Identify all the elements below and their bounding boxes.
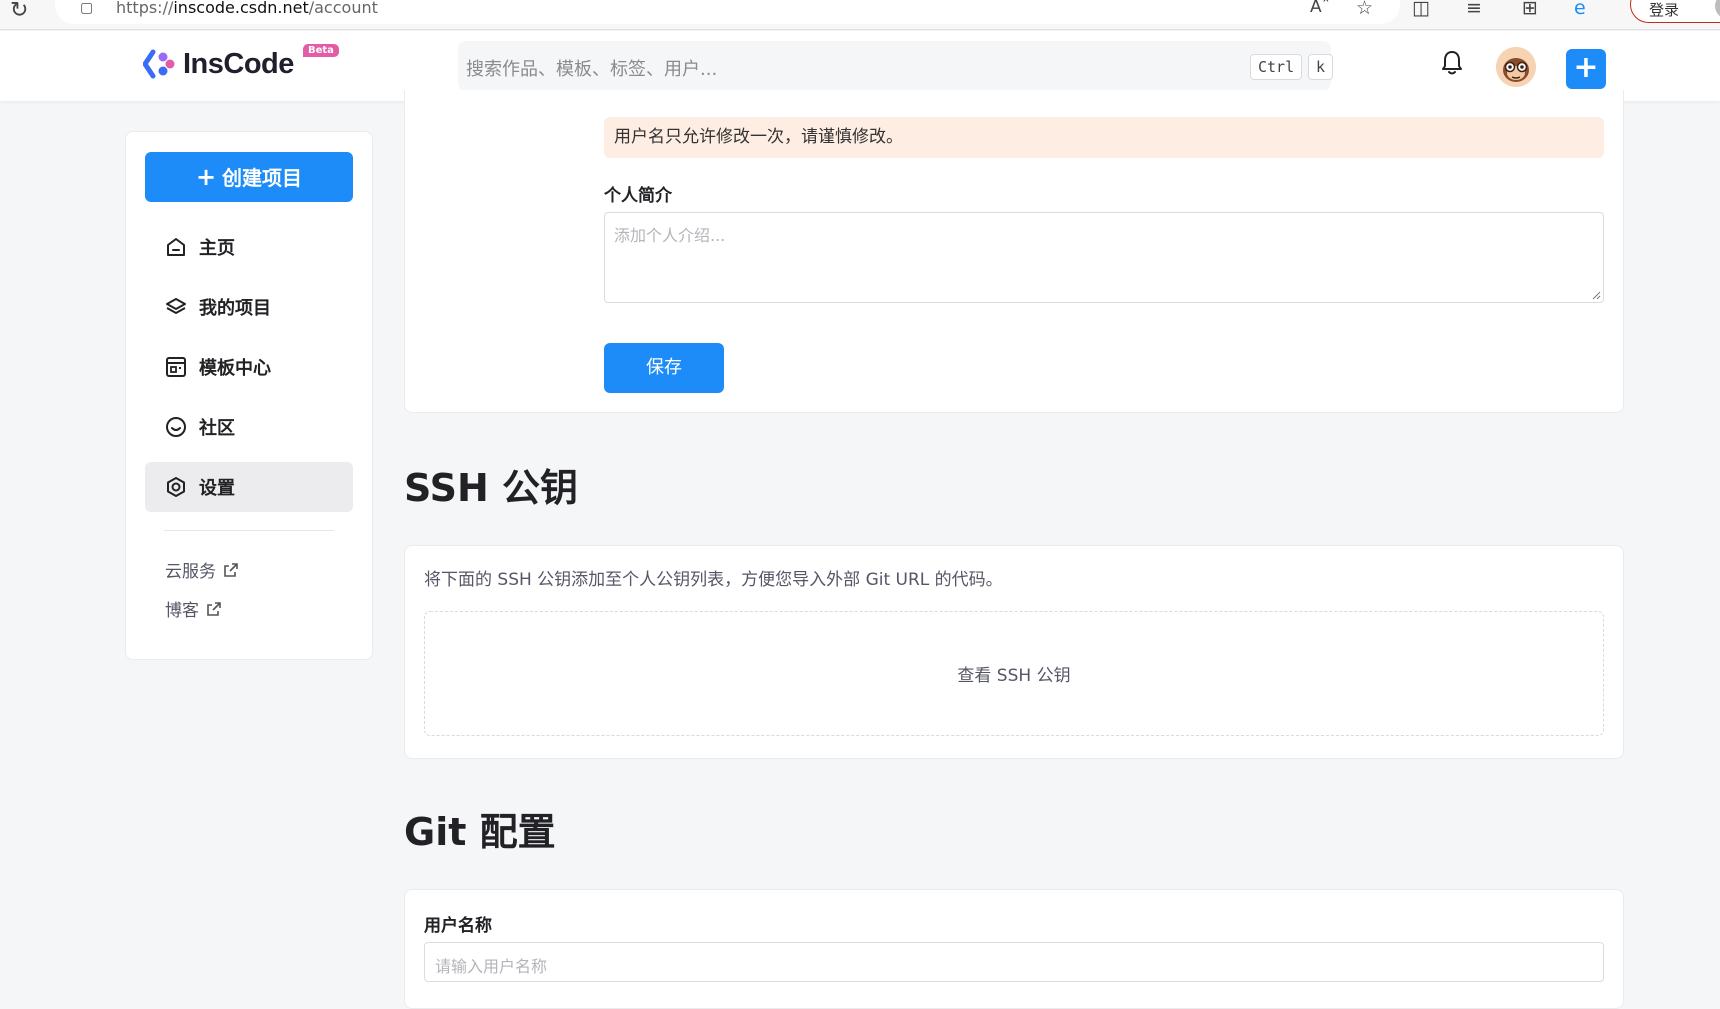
- shortcut-key-ctrl: Ctrl: [1250, 54, 1303, 80]
- username-warning: 用户名只允许修改一次，请谨慎修改。: [604, 117, 1604, 158]
- sidebar-item-label: 设置: [199, 478, 235, 499]
- home-icon: [167, 238, 185, 256]
- profile-avatar-icon: [1715, 0, 1720, 19]
- search-placeholder: 搜索作品、模板、标签、用户...: [466, 59, 718, 80]
- sidebar-item-label: 主页: [199, 238, 235, 259]
- logo-text: InsCode: [183, 47, 294, 80]
- view-ssh-key-label: 查看 SSH 公钥: [957, 666, 1071, 686]
- sidebar-item-settings[interactable]: 设置: [145, 462, 353, 512]
- sidebar-link-blog[interactable]: 博客: [165, 596, 221, 621]
- reload-icon[interactable]: ↻: [10, 0, 28, 23]
- browser-profile-button[interactable]: 登录: [1630, 0, 1720, 23]
- link-label: 博客: [165, 601, 199, 621]
- smile-icon: [166, 417, 186, 437]
- sidebar: + 创建项目 主页 我的项目 模板中心 社区 设置 云服务 博客: [125, 131, 373, 660]
- settings-icon: [167, 477, 185, 497]
- sidebar-item-templates[interactable]: 模板中心: [145, 342, 353, 392]
- monkey-avatar-icon: [1496, 47, 1536, 87]
- plus-icon: +: [195, 163, 217, 191]
- sidebar-item-label: 我的项目: [199, 298, 271, 319]
- split-screen-icon[interactable]: ◫: [1412, 0, 1430, 19]
- favorite-add-icon[interactable]: ☆: [1356, 0, 1373, 19]
- favorites-icon[interactable]: ≡: [1466, 0, 1482, 19]
- url-host: inscode.csdn.net: [173, 0, 309, 17]
- create-project-button[interactable]: + 创建项目: [145, 152, 353, 202]
- bio-label: 个人简介: [604, 186, 672, 206]
- resize-handle-icon[interactable]: [1591, 290, 1601, 300]
- new-project-plus-button[interactable]: +: [1566, 49, 1606, 89]
- address-url[interactable]: https://inscode.csdn.net/account: [116, 0, 378, 17]
- read-aloud-icon[interactable]: Aˆ: [1310, 0, 1330, 17]
- save-button[interactable]: 保存: [604, 343, 724, 393]
- git-section-title: Git 配置: [404, 810, 556, 854]
- template-icon: [166, 357, 186, 377]
- url-path: /account: [308, 0, 378, 17]
- sidebar-item-home[interactable]: 主页: [145, 222, 353, 272]
- browser-toolbar: ↻ ▢ https://inscode.csdn.net/account Aˆ …: [0, 0, 1720, 30]
- sidebar-item-label: 模板中心: [199, 358, 271, 379]
- external-link-icon: [207, 601, 221, 616]
- git-username-input[interactable]: 请输入用户名称: [424, 942, 1604, 982]
- ssh-description: 将下面的 SSH 公钥添加至个人公钥列表，方便您导入外部 Git URL 的代码…: [424, 570, 1003, 590]
- shortcut-key-k: k: [1308, 54, 1334, 80]
- notification-bell-icon[interactable]: [1440, 49, 1464, 77]
- site-info-icon[interactable]: ▢: [80, 0, 93, 16]
- ssh-section-title: SSH 公钥: [404, 466, 579, 510]
- external-link-icon: [224, 562, 238, 577]
- bio-textarea[interactable]: 添加个人介绍...: [604, 212, 1604, 303]
- sidebar-divider: [164, 530, 334, 531]
- login-label: 登录: [1649, 1, 1680, 19]
- layers-icon: [166, 298, 186, 314]
- bio-placeholder: 添加个人介绍...: [614, 226, 726, 245]
- view-ssh-key-button[interactable]: 查看 SSH 公钥: [424, 611, 1604, 736]
- edge-icon[interactable]: e: [1574, 0, 1586, 19]
- inscode-logo-icon: [143, 49, 175, 79]
- git-username-label: 用户名称: [424, 916, 492, 936]
- create-project-label: 创建项目: [222, 166, 303, 190]
- url-scheme: https://: [116, 0, 174, 17]
- collections-icon[interactable]: ⊞: [1522, 0, 1538, 19]
- inscode-logo[interactable]: InsCode Beta: [143, 44, 339, 82]
- beta-badge: Beta: [303, 44, 339, 57]
- git-username-placeholder: 请输入用户名称: [435, 957, 548, 976]
- sidebar-link-cloud[interactable]: 云服务: [165, 557, 238, 582]
- search-input[interactable]: 搜索作品、模板、标签、用户... Ctrl k: [458, 41, 1334, 91]
- link-label: 云服务: [165, 562, 216, 582]
- sidebar-item-my-projects[interactable]: 我的项目: [145, 282, 353, 332]
- user-avatar[interactable]: [1496, 47, 1536, 87]
- sidebar-item-label: 社区: [199, 418, 235, 439]
- sidebar-item-community[interactable]: 社区: [145, 402, 353, 452]
